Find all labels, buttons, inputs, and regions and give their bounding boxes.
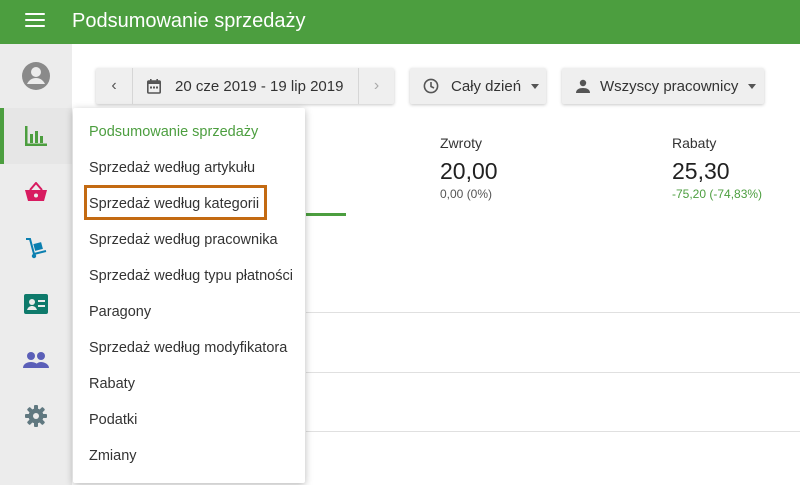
stat-discounts-label: Rabaty (672, 135, 717, 151)
menu-icon[interactable] (25, 13, 45, 29)
divider (306, 312, 800, 313)
id-card-icon (24, 294, 48, 314)
app-bar: Podsumowanie sprzedaży (0, 0, 800, 44)
page-title: Podsumowanie sprzedaży (72, 10, 306, 32)
chevron-down-icon (748, 83, 757, 89)
menu-item-sales-by-modifier[interactable]: Sprzedaż według modyfikatora (89, 340, 287, 356)
clock-icon (423, 78, 439, 94)
next-period-button[interactable]: › (358, 68, 394, 104)
person-icon (576, 79, 590, 93)
menu-item-sales-summary[interactable]: Podsumowanie sprzedaży (89, 124, 258, 140)
nav-item-reports[interactable] (0, 108, 72, 164)
time-filter-dropdown[interactable]: Cały dzień (410, 68, 546, 104)
stat-refunds-value: 20,00 (440, 158, 498, 184)
stat-discounts-change: -75,20 (-74,83%) (672, 187, 763, 201)
basket-icon (25, 182, 47, 201)
menu-item-shifts[interactable]: Zmiany (89, 448, 137, 464)
calendar-icon (147, 78, 161, 94)
menu-item-sales-by-payment-type[interactable]: Sprzedaż według typu płatności (89, 268, 293, 284)
date-range-button[interactable]: 20 cze 2019 - 19 lip 2019 (132, 68, 358, 104)
menu-item-taxes[interactable]: Podatki (89, 412, 137, 428)
sidebar-nav (0, 44, 72, 485)
menu-item-sales-by-category[interactable]: Sprzedaż według kategorii (89, 196, 259, 212)
nav-item-account[interactable] (0, 48, 72, 104)
gear-icon (25, 405, 47, 427)
employee-filter-label: Wszyscy pracownicy (600, 77, 739, 95)
menu-item-receipts[interactable]: Paragony (89, 304, 151, 320)
reports-menu: Podsumowanie sprzedaży Sprzedaż według a… (73, 108, 305, 483)
date-range-picker: ‹ 20 cze 2019 - 19 lip 2019 › (96, 68, 394, 104)
chevron-right-icon: › (373, 77, 380, 94)
previous-period-button[interactable]: ‹ (96, 68, 132, 104)
nav-item-employees[interactable] (0, 276, 72, 332)
time-filter-label: Cały dzień (451, 77, 522, 95)
stat-discounts-value: 25,30 (672, 158, 730, 184)
date-range-label: 20 cze 2019 - 19 lip 2019 (175, 77, 344, 95)
nav-item-settings[interactable] (0, 388, 72, 444)
bar-chart-icon (25, 126, 47, 146)
nav-item-items[interactable] (0, 164, 72, 220)
chevron-left-icon: ‹ (111, 77, 117, 94)
nav-item-customers[interactable] (0, 332, 72, 388)
employee-filter-dropdown[interactable]: Wszyscy pracownicy (562, 68, 764, 104)
menu-item-sales-by-employee[interactable]: Sprzedaż według pracownika (89, 232, 278, 248)
dolly-icon (26, 238, 47, 259)
people-icon (23, 352, 49, 368)
menu-item-discounts[interactable]: Rabaty (89, 376, 135, 392)
divider (306, 431, 800, 432)
stat-refunds-change: 0,00 (0%) (440, 187, 493, 201)
divider (306, 372, 800, 373)
active-stat-indicator (306, 213, 346, 216)
nav-item-inventory[interactable] (0, 220, 72, 276)
stat-refunds-label: Zwroty (440, 135, 482, 151)
account-circle-icon (22, 62, 50, 90)
chevron-down-icon (531, 83, 540, 89)
menu-item-sales-by-item[interactable]: Sprzedaż według artykułu (89, 160, 255, 176)
